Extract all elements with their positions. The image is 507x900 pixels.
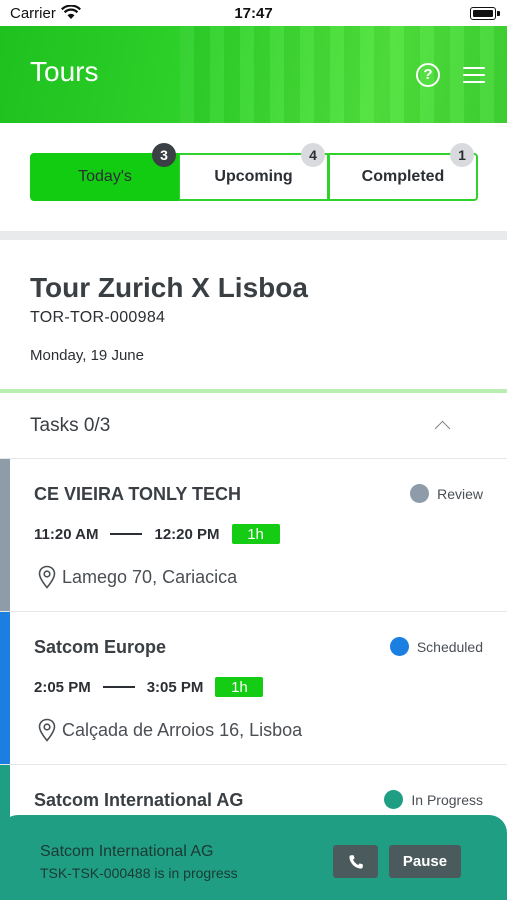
status-label: Scheduled	[416, 638, 483, 655]
time-dash	[102, 686, 135, 688]
tasks-counter: Tasks 0/3	[30, 415, 111, 436]
count-badge: 3	[152, 143, 176, 167]
hamburger-menu-icon[interactable]	[463, 67, 485, 83]
call-button[interactable]	[333, 845, 378, 878]
task-time-range: 11:20 AM 12:20 PM 1h	[34, 524, 280, 544]
battery-icon	[470, 7, 500, 20]
task-customer-name: CE VIEIRA TONLY TECH	[34, 484, 242, 504]
task-address[interactable]: Calçada de Arroios 16, Lisboa	[38, 718, 302, 742]
tab-label: Upcoming	[214, 168, 293, 185]
task-status-stripe	[0, 612, 10, 764]
tab-label: Completed	[361, 168, 445, 185]
tab-label: Today's	[78, 168, 132, 185]
address-text: Lamego 70, Cariacica	[62, 566, 238, 587]
task-time-range: 2:05 PM 3:05 PM 1h	[34, 677, 264, 697]
task-card[interactable]: CE VIEIRA TONLY TECH Review 11:20 AM 12:…	[0, 459, 507, 612]
tab-todays[interactable]: Today's 3	[30, 143, 180, 201]
app-header: Tours ?	[0, 26, 507, 123]
status-label: In Progress	[411, 791, 483, 808]
duration-badge: 1h	[215, 677, 264, 697]
active-task-status: TSK-TSK-000488 is in progress	[40, 865, 238, 881]
status-dot	[410, 484, 430, 503]
status-bar: Carrier 17:47	[0, 0, 507, 26]
status-badge: Review	[410, 484, 483, 503]
tasks-section-header[interactable]: Tasks 0/3	[0, 393, 507, 459]
tour-filter-tabs: Today's 3 Upcoming 4 Completed 1	[0, 123, 507, 231]
task-card[interactable]: Satcom Europe Scheduled 2:05 PM 3:05 PM …	[0, 612, 507, 765]
task-status-stripe	[0, 459, 10, 611]
status-label: Review	[437, 485, 483, 502]
page-title: Tours	[30, 56, 99, 87]
count-badge: 1	[450, 143, 474, 167]
count-badge: 4	[301, 143, 325, 167]
status-dot	[384, 790, 404, 809]
time-dash	[110, 533, 143, 535]
end-time: 12:20 PM	[154, 525, 220, 543]
pause-button[interactable]: Pause	[389, 845, 461, 878]
section-divider	[0, 231, 507, 240]
location-pin-icon	[38, 565, 56, 589]
task-customer-name: Satcom Europe	[34, 637, 167, 657]
task-address[interactable]: Lamego 70, Cariacica	[38, 565, 237, 589]
active-task-name: Satcom International AG	[40, 843, 214, 860]
help-icon[interactable]: ?	[416, 63, 440, 87]
tour-code: TOR-TOR-000984	[30, 309, 166, 326]
task-customer-name: Satcom International AG	[34, 790, 244, 810]
location-pin-icon	[38, 718, 56, 742]
address-text: Calçada de Arroios 16, Lisboa	[62, 719, 303, 740]
duration-badge: 1h	[231, 524, 280, 544]
status-dot	[389, 637, 409, 656]
tab-upcoming[interactable]: Upcoming 4	[179, 143, 329, 201]
tab-completed[interactable]: Completed 1	[328, 143, 478, 201]
end-time: 3:05 PM	[146, 678, 204, 696]
clock: 17:47	[234, 5, 273, 22]
start-time: 2:05 PM	[34, 678, 91, 696]
tour-title: Tour Zurich X Lisboa	[30, 272, 308, 303]
status-badge: In Progress	[384, 790, 483, 809]
chevron-up-icon[interactable]	[434, 420, 451, 437]
status-badge: Scheduled	[389, 637, 483, 656]
phone-icon	[348, 854, 363, 869]
tour-date: Monday, 19 June	[30, 347, 144, 364]
active-task-bar: Satcom International AG TSK-TSK-000488 i…	[0, 815, 507, 900]
start-time: 11:20 AM	[34, 525, 99, 543]
